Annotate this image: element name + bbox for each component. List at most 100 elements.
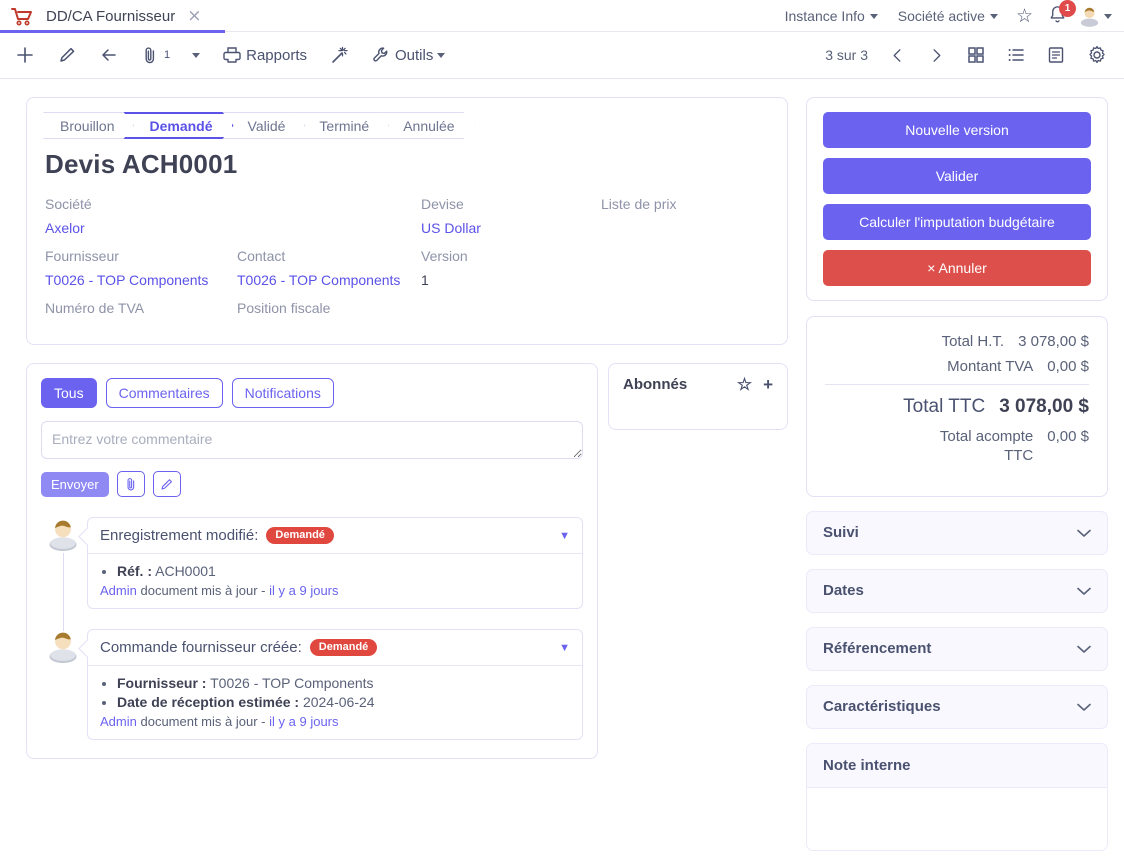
send-comment-button[interactable]: Envoyer bbox=[41, 471, 109, 497]
gear-icon[interactable] bbox=[1076, 45, 1118, 65]
cancel-button[interactable]: × Annuler bbox=[823, 250, 1091, 286]
field-value-fournisseur[interactable]: T0026 - TOP Components bbox=[45, 272, 235, 288]
list-view-button[interactable] bbox=[996, 46, 1036, 64]
top-bar-divider bbox=[225, 31, 1124, 32]
shopping-cart-icon[interactable] bbox=[0, 7, 44, 26]
comments-and-followers-row: Tous Commentaires Notifications Envoyer bbox=[26, 363, 788, 759]
list-item: Fournisseur : T0026 - TOP Components bbox=[117, 675, 570, 691]
comment-message: Commande fournisseur créée: Demandé ▼ Fo… bbox=[87, 629, 583, 740]
status-badge: Demandé bbox=[309, 639, 378, 656]
filter-notifications[interactable]: Notifications bbox=[231, 378, 334, 408]
list-item: Date de réception estimée : 2024-06-24 bbox=[117, 694, 570, 710]
active-company-menu[interactable]: Société active bbox=[888, 8, 1008, 24]
plus-icon bbox=[17, 47, 33, 63]
instance-info-menu[interactable]: Instance Info bbox=[775, 8, 888, 24]
comment-title: Commande fournisseur créée: bbox=[100, 639, 302, 656]
panel-dates[interactable]: Dates bbox=[806, 568, 1108, 613]
status-step-termine[interactable]: Terminé bbox=[294, 112, 389, 139]
chevron-down-icon bbox=[1077, 525, 1091, 541]
form-view-button[interactable] bbox=[1036, 46, 1076, 64]
comments-card: Tous Commentaires Notifications Envoyer bbox=[26, 363, 598, 759]
deposit-value: 0,00 $ bbox=[1047, 428, 1089, 445]
field-label-liste-prix: Liste de prix bbox=[601, 196, 677, 212]
filter-tous[interactable]: Tous bbox=[41, 378, 97, 408]
plus-icon[interactable]: + bbox=[763, 376, 773, 393]
panel-suivi[interactable]: Suivi bbox=[806, 510, 1108, 555]
magic-wand-icon bbox=[332, 46, 348, 63]
compute-budget-button[interactable]: Calculer l'imputation budgétaire bbox=[823, 204, 1091, 240]
chevron-down-icon[interactable]: ▼ bbox=[559, 642, 570, 654]
status-step-valide[interactable]: Validé bbox=[223, 112, 306, 139]
next-record-button[interactable] bbox=[917, 47, 956, 64]
panel-referencement[interactable]: Référencement bbox=[806, 626, 1108, 671]
magic-wand-button[interactable] bbox=[318, 36, 360, 74]
comment-input[interactable] bbox=[41, 421, 583, 459]
comment-meta-separator: - bbox=[261, 714, 266, 729]
back-button[interactable] bbox=[88, 36, 130, 74]
total-row-ht: Total H.T. 3 078,00 $ bbox=[825, 333, 1089, 350]
field-label-contact: Contact bbox=[237, 248, 286, 264]
user-menu[interactable] bbox=[1078, 5, 1116, 28]
field-label-societe: Société bbox=[45, 196, 92, 212]
new-record-button[interactable] bbox=[4, 36, 46, 74]
reports-button[interactable]: Rapports bbox=[211, 36, 318, 74]
attachments-dropdown[interactable] bbox=[181, 36, 211, 74]
grid-view-button[interactable] bbox=[956, 46, 996, 64]
status-bar: Brouillon Demandé Validé Terminé Annulée bbox=[43, 112, 771, 139]
total-row-ttc: Total TTC 3 078,00 $ bbox=[825, 396, 1089, 418]
notification-badge: 1 bbox=[1059, 0, 1076, 17]
followers-actions: ☆ + bbox=[737, 376, 773, 393]
comment-author[interactable]: Admin bbox=[100, 583, 137, 598]
detail-value: ACH0001 bbox=[155, 563, 216, 579]
attach-file-button[interactable] bbox=[116, 471, 145, 497]
tools-label: Outils bbox=[395, 46, 434, 64]
status-badge: Demandé bbox=[266, 527, 334, 544]
rich-edit-button[interactable] bbox=[152, 471, 181, 497]
attachments-button[interactable]: 1 bbox=[130, 36, 181, 74]
tab-label[interactable]: DD/CA Fournisseur bbox=[44, 8, 175, 25]
total-label: Montant TVA bbox=[947, 358, 1034, 375]
detail-label: Réf. : bbox=[117, 563, 152, 579]
field-value-devise[interactable]: US Dollar bbox=[421, 220, 599, 236]
detail-label: Date de réception estimée : bbox=[117, 694, 300, 710]
comment-header: Commande fournisseur créée: Demandé ▼ bbox=[88, 630, 582, 666]
followers-title: Abonnés bbox=[623, 376, 688, 393]
validate-button[interactable]: Valider bbox=[823, 158, 1091, 194]
chevron-down-icon bbox=[989, 13, 998, 19]
status-step-annulee[interactable]: Annulée bbox=[378, 112, 474, 139]
followers-header: Abonnés ☆ + bbox=[609, 364, 787, 405]
comment-message: Enregistrement modifié: Demandé ▼ Réf. :… bbox=[87, 517, 583, 609]
close-icon[interactable]: × bbox=[187, 7, 201, 25]
prev-record-button[interactable] bbox=[878, 47, 917, 64]
chevron-down-icon[interactable]: ▼ bbox=[559, 530, 570, 542]
status-step-brouillon[interactable]: Brouillon bbox=[43, 112, 134, 139]
comment-filters: Tous Commentaires Notifications bbox=[41, 378, 583, 408]
comment-body: Réf. : ACH0001 Admin document mis à jour… bbox=[88, 554, 582, 608]
field-value-version: 1 bbox=[421, 272, 429, 288]
status-step-demande[interactable]: Demandé bbox=[123, 112, 233, 139]
comment-author[interactable]: Admin bbox=[100, 714, 137, 729]
edit-button[interactable] bbox=[46, 36, 88, 74]
field-value-societe[interactable]: Axelor bbox=[45, 220, 419, 236]
field-contact: Contact T0026 - TOP Components bbox=[235, 248, 419, 288]
notifications-button[interactable]: 1 bbox=[1041, 0, 1078, 28]
form-view-icon bbox=[1048, 47, 1064, 63]
tools-button[interactable]: Outils bbox=[360, 36, 456, 74]
followers-card: Abonnés ☆ + bbox=[608, 363, 788, 430]
user-avatar-icon bbox=[45, 517, 81, 556]
total-value: 0,00 $ bbox=[1047, 358, 1089, 375]
comment-header: Enregistrement modifié: Demandé ▼ bbox=[88, 518, 582, 554]
chevron-down-icon bbox=[1104, 13, 1112, 19]
instance-info-label: Instance Info bbox=[784, 8, 865, 24]
star-icon[interactable]: ☆ bbox=[1008, 7, 1041, 26]
field-value-contact[interactable]: T0026 - TOP Components bbox=[237, 272, 419, 288]
new-version-button[interactable]: Nouvelle version bbox=[823, 112, 1091, 148]
internal-note-body[interactable] bbox=[807, 787, 1107, 850]
star-icon[interactable]: ☆ bbox=[737, 376, 752, 393]
field-row-1: Société Axelor Devise US Dollar Liste de… bbox=[43, 196, 771, 236]
totals-card: Total H.T. 3 078,00 $ Montant TVA 0,00 $… bbox=[806, 316, 1108, 497]
filter-commentaires[interactable]: Commentaires bbox=[105, 378, 223, 408]
chevron-down-icon bbox=[437, 52, 446, 58]
panel-caracteristiques[interactable]: Caractéristiques bbox=[806, 684, 1108, 729]
paperclip-icon bbox=[127, 478, 134, 491]
